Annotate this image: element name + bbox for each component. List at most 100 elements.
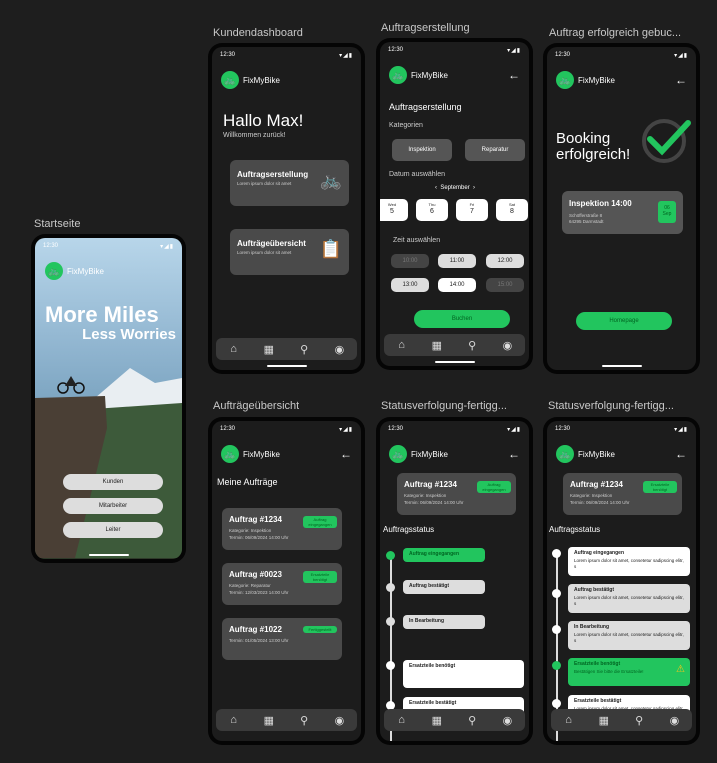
bike-icon: 🚲 bbox=[221, 71, 239, 89]
timeline-dot bbox=[386, 551, 395, 560]
timeline-step-active[interactable]: Ersatzteile benötigt Bestätigen Sie bitte… bbox=[568, 658, 690, 686]
frame-label-kundendashboard: Kundendashboard bbox=[213, 27, 303, 39]
calendar-icon[interactable]: ▦ bbox=[427, 714, 447, 727]
bike-icon: 🚲 bbox=[45, 262, 63, 280]
brand-logo: 🚲 FixMyBike bbox=[45, 262, 104, 280]
mitarbeiter-button[interactable]: Mitarbeiter bbox=[63, 498, 163, 514]
timeline-step: Auftrag eingegangen bbox=[403, 548, 485, 562]
status-badge: Auftrag eingegangen bbox=[303, 516, 337, 528]
calendar-icon[interactable]: ▦ bbox=[259, 343, 279, 356]
timeline-step: Auftrag eingegangen Lorem ipsum dolor sit… bbox=[568, 547, 690, 576]
time-label: Zeit auswählen bbox=[393, 237, 441, 244]
category-inspektion[interactable]: Inspektion bbox=[392, 139, 452, 161]
chevron-right-icon: › bbox=[473, 185, 476, 191]
dashboard-card-create[interactable]: Auftragserstellung Lorem ipsum dolor sit… bbox=[230, 160, 349, 206]
success-message: Booking erfolgreich! bbox=[556, 130, 631, 163]
back-arrow-icon[interactable]: ← bbox=[675, 447, 687, 461]
booking-card: Inspektion 14:00 Schöfferstraße 8 64295 … bbox=[562, 191, 683, 234]
page-title: Auftragserstellung bbox=[389, 102, 462, 112]
timeline-step: Ersatzteile benötigt bbox=[403, 660, 524, 688]
profile-icon[interactable]: ◉ bbox=[329, 714, 349, 727]
back-arrow-icon[interactable]: ← bbox=[675, 73, 687, 87]
category-reparatur[interactable]: Reparatur bbox=[465, 139, 525, 161]
brand-logo: 🚲 FixMyBike bbox=[221, 71, 280, 89]
brand-logo: 🚲 FixMyBike bbox=[221, 445, 280, 463]
book-button[interactable]: Buchen bbox=[414, 310, 510, 328]
profile-icon[interactable]: ◉ bbox=[497, 714, 517, 727]
back-arrow-icon[interactable]: ← bbox=[340, 447, 352, 461]
calendar-icon[interactable]: ▦ bbox=[259, 714, 279, 727]
month-selector[interactable]: ‹ September › bbox=[435, 185, 475, 191]
home-icon[interactable]: ⌂ bbox=[559, 714, 579, 726]
bottom-nav: ⌂ ▦ ⚲ ◉ bbox=[551, 709, 692, 731]
bottom-nav: ⌂ ▦ ⚲ ◉ bbox=[384, 334, 525, 356]
order-card[interactable]: Auftrag #1022 Termin: 01/05/2024 13:00 U… bbox=[222, 618, 342, 660]
greeting: Hallo Max! bbox=[223, 111, 304, 130]
order-card: Auftrag #1234 Kategorie: Inspektion Term… bbox=[563, 473, 682, 515]
kunden-button[interactable]: Kunden bbox=[63, 474, 163, 490]
hero-image: 12:30 ▾◢▮ 🚲 FixMyBike More Miles Less Worr… bbox=[35, 238, 182, 559]
brand-logo: 🚲 FixMyBike bbox=[556, 71, 615, 89]
checkmark-icon bbox=[642, 119, 691, 163]
homepage-button[interactable]: Homepage bbox=[576, 312, 672, 330]
order-card[interactable]: Auftrag #1234 Kategorie: Inspektion Term… bbox=[222, 508, 342, 550]
status-badge: Ersatzteile benötigt bbox=[643, 481, 677, 493]
categories-label: Kategorien bbox=[389, 122, 423, 129]
phone-kundendashboard: 12:30 ▾◢▮ 🚲 FixMyBike Hallo Max! Willkomme… bbox=[208, 43, 365, 374]
home-icon[interactable]: ⌂ bbox=[224, 714, 244, 726]
bottom-nav: ⌂ ▦ ⚲ ◉ bbox=[216, 709, 357, 731]
timeline-dot bbox=[386, 661, 395, 670]
frame-label-startseite: Startseite bbox=[34, 218, 81, 230]
day-chip[interactable]: Thu 6 bbox=[416, 199, 448, 221]
profile-icon[interactable]: ◉ bbox=[329, 343, 349, 356]
back-arrow-icon[interactable]: ← bbox=[508, 447, 520, 461]
timeline-dot bbox=[552, 699, 561, 708]
timeline-dot bbox=[386, 617, 395, 626]
route-icon[interactable]: ⚲ bbox=[462, 714, 482, 727]
route-icon[interactable]: ⚲ bbox=[294, 714, 314, 727]
day-chip[interactable]: Fri 7 bbox=[456, 199, 488, 221]
section-title: Auftragsstatus bbox=[549, 525, 601, 534]
order-card[interactable]: Auftrag #0023 Kategorie: Reparatur Termi… bbox=[222, 563, 342, 605]
date-label: Datum auswählen bbox=[389, 171, 446, 178]
phone-status1: 12:30 ▾◢▮ 🚲 FixMyBike ← Auftrag #1234 Kate… bbox=[376, 417, 533, 745]
hero-headline-2: Less Worries bbox=[82, 326, 176, 343]
calendar-icon[interactable]: ▦ bbox=[427, 339, 447, 352]
status-badge: Fertiggestellt bbox=[303, 626, 337, 633]
home-icon[interactable]: ⌂ bbox=[224, 343, 244, 355]
timeline-dot bbox=[552, 661, 561, 670]
dashboard-card-overview[interactable]: Aufträgeübersicht Lorem ipsum dolor sit … bbox=[230, 229, 349, 275]
profile-icon[interactable]: ◉ bbox=[664, 714, 684, 727]
frame-label-status2: Statusverfolgung-fertigg... bbox=[548, 400, 674, 412]
time-slot-selected[interactable]: 14:00 bbox=[438, 278, 476, 292]
bike-icon: 🚲 bbox=[221, 445, 239, 463]
home-icon[interactable]: ⌂ bbox=[392, 339, 412, 351]
day-chip[interactable]: Sat 8 bbox=[496, 199, 528, 221]
time-slot[interactable]: 15:00 bbox=[486, 278, 524, 292]
phone-uebersicht: 12:30 ▾◢▮ 🚲 FixMyBike ← Meine Aufträge Auf… bbox=[208, 417, 365, 745]
warning-icon: ⚠ bbox=[676, 664, 685, 675]
profile-icon[interactable]: ◉ bbox=[497, 339, 517, 352]
time-slot[interactable]: 11:00 bbox=[438, 254, 476, 268]
calendar-icon[interactable]: ▦ bbox=[594, 714, 614, 727]
phone-erfolg: 12:30 ▾◢▮ 🚲 FixMyBike ← Booking erfolgreich… bbox=[543, 43, 700, 374]
leiter-button[interactable]: Leiter bbox=[63, 522, 163, 538]
back-arrow-icon[interactable]: ← bbox=[508, 68, 520, 82]
status-badge: Auftrag eingegangen bbox=[477, 481, 511, 493]
clipboard-icon: 📋 bbox=[319, 239, 342, 259]
route-icon[interactable]: ⚲ bbox=[629, 714, 649, 727]
phone-status2: 12:30 ▾◢▮ 🚲 FixMyBike ← Auftrag #1234 Kate… bbox=[543, 417, 700, 745]
route-icon[interactable]: ⚲ bbox=[294, 343, 314, 356]
timeline-step: In Bearbeitung Lorem ipsum dolor sit amet… bbox=[568, 621, 690, 650]
page-title: Meine Aufträge bbox=[217, 477, 278, 487]
home-icon[interactable]: ⌂ bbox=[392, 714, 412, 726]
time-slot[interactable]: 13:00 bbox=[391, 278, 429, 292]
frame-label-auftragserstellung: Auftragserstellung bbox=[381, 22, 470, 34]
welcome-text: Willkommen zurück! bbox=[223, 132, 286, 139]
hero-headline-1: More Miles bbox=[45, 302, 159, 327]
order-card: Auftrag #1234 Kategorie: Inspektion Term… bbox=[397, 473, 516, 515]
route-icon[interactable]: ⚲ bbox=[462, 339, 482, 352]
day-chip[interactable]: Wed 5 bbox=[380, 199, 408, 221]
time-slot[interactable]: 12:00 bbox=[486, 254, 524, 268]
time-slot[interactable]: 10:00 bbox=[391, 254, 429, 268]
